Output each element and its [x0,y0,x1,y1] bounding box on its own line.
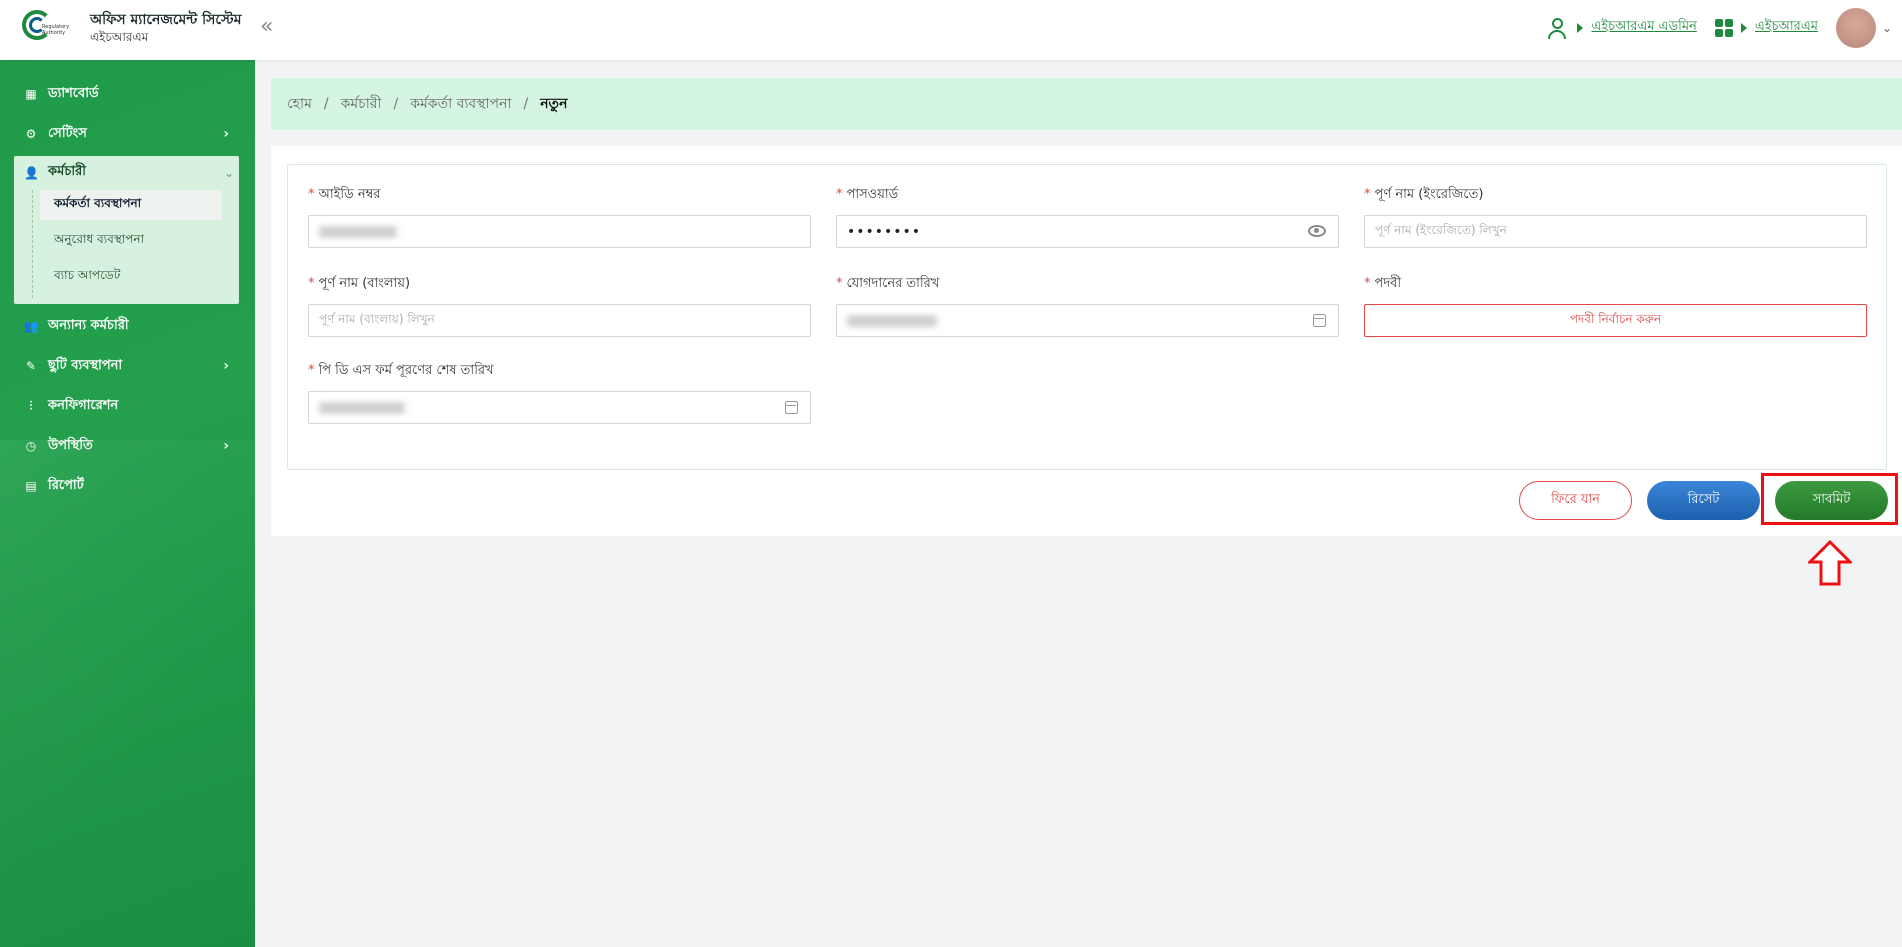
chevron-right-icon: › [223,358,229,374]
role-switch[interactable]: এইচআরএম এডমিন [1547,17,1697,39]
breadcrumb: হোম / কর্মচারী / কর্মকর্তা ব্যবস্থাপনা /… [271,78,1902,130]
breadcrumb-separator: / [323,96,329,112]
gear-icon: ⚙ [25,127,37,141]
submenu-label: কর্মকর্তা ব্যবস্থাপনা [54,196,142,210]
required-marker: * [308,276,315,291]
join-date-input[interactable] [836,304,1339,337]
app-subtitle: এইচআরএম [90,30,149,44]
designation-label: * পদবী [1364,276,1402,291]
logo: Regulatory Authority [20,8,70,48]
password-value: •••••••• [847,223,922,240]
employee-submenu: 👤 কর্মচারী ⌄ কর্মকর্তা ব্যবস্থাপনা অনুরো… [14,156,239,304]
role-link[interactable]: এইচআরএম এডমিন [1591,17,1696,38]
designation-placeholder: পদবী নির্বাচন করুন [1569,311,1662,326]
users-icon: 👥 [23,319,39,333]
id-number-input[interactable] [308,215,811,248]
double-chevron-left-icon[interactable]: « [260,14,273,39]
sidebar-item-label: রিপোর্ট [48,477,84,493]
sidebar-item-dashboard[interactable]: ▦ ড্যাশবোর্ড [0,76,255,112]
sidebar-item-label: ড্যাশবোর্ড [48,85,99,101]
leaf-icon: ✎ [25,359,37,373]
submenu-label: অনুরোধ ব্যবস্থাপনা [54,232,145,246]
id-label: * আইডি নম্বর [308,187,381,202]
sidebar-item-label: কর্মচারী [48,164,86,179]
dashboard-icon: ▦ [25,87,37,101]
name-bn-input[interactable]: পূর্ণ নাম (বাংলায়) লিখুন [308,304,811,337]
password-input[interactable]: •••••••• [836,215,1339,248]
required-marker: * [308,187,315,202]
submenu-officer-management[interactable]: কর্মকর্তা ব্যবস্থাপনা [40,190,222,220]
sidebar-item-label: অন্যান্য কর্মচারী [48,317,129,333]
sidebar-item-label: ছুটি ব্যবস্থাপনা [48,357,123,373]
eye-icon[interactable] [1308,225,1326,237]
join-date-label: * যোগদানের তারিখ [836,276,940,291]
required-marker: * [1364,187,1371,202]
sliders-icon: ⫶ [29,398,33,413]
module-switch[interactable]: এইচআরএম [1714,17,1818,38]
breadcrumb-officer-management[interactable]: কর্মকর্তা ব্যবস্থাপনা [410,92,511,116]
name-en-placeholder: পূর্ণ নাম (ইংরেজিতে) লিখুন [1375,222,1507,237]
sidebar-item-label: কনফিগারেশন [48,397,119,413]
top-header: Regulatory Authority অফিস ম্যানেজমেন্ট স… [0,0,1902,60]
sidebar-item-report[interactable]: ▤ রিপোর্ট [0,468,255,504]
redacted-value [319,401,405,414]
submenu-guide-line [32,190,33,298]
sidebar-item-configuration[interactable]: ⫶ কনফিগারেশন [0,388,255,424]
calendar-icon[interactable] [785,401,798,414]
back-button[interactable]: ফিরে যান [1519,481,1632,520]
clock-icon: ◷ [25,439,37,453]
submenu-request-management[interactable]: অনুরোধ ব্যবস্থাপনা [40,226,222,256]
sidebar-item-employee[interactable]: 👤 কর্মচারী ⌄ [24,162,234,183]
breadcrumb-separator: / [393,96,399,112]
required-marker: * [836,276,843,291]
chevron-down-icon[interactable]: ⌄ [1882,21,1892,35]
avatar[interactable] [1835,7,1876,48]
submenu-batch-update[interactable]: ব্যাচ আপডেট [40,262,222,292]
file-icon: ▤ [25,479,37,493]
sidebar-item-attendance[interactable]: ◷ উপস্থিতি › [0,428,255,464]
header-right: এইচআরএম এডমিন এইচআরএম ⌄ [1547,0,1902,55]
submit-highlight-box [1761,473,1898,525]
breadcrumb-separator: / [523,96,529,112]
required-marker: * [308,363,315,378]
chevron-right-icon: › [223,126,229,142]
pds-deadline-input[interactable] [308,391,811,424]
sidebar-item-other-employees[interactable]: 👥 অন্যান্য কর্মচারী [0,308,255,344]
user-icon: 👤 [24,165,39,180]
caret-right-icon [1577,22,1584,33]
sidebar-item-settings[interactable]: ⚙ সেটিংস › [0,116,255,152]
required-marker: * [836,187,843,202]
name-en-label: * পূর্ণ নাম (ইংরেজিতে) [1364,187,1484,202]
user-switch-icon [1547,17,1569,39]
sidebar-item-leave-management[interactable]: ✎ ছুটি ব্যবস্থাপনা › [0,348,255,384]
breadcrumb-current: নতুন [540,96,568,112]
breadcrumb-home[interactable]: হোম [287,92,312,116]
name-bn-label: * পূর্ণ নাম (বাংলায়) [308,276,411,291]
required-marker: * [1364,276,1371,291]
chevron-right-icon: › [223,438,229,454]
password-label: * পাসওয়ার্ড [836,187,899,202]
form-card: * আইডি নম্বর * পাসওয়ার্ড •••••••• * পূর্ণ … [271,146,1902,536]
name-bn-placeholder: পূর্ণ নাম (বাংলায়) লিখুন [319,311,435,326]
logo-text: Regulatory Authority [42,24,70,36]
caret-right-icon [1740,22,1747,33]
chevron-down-icon: ⌄ [224,165,235,180]
pds-deadline-label: * পি ডি এস ফর্ম পূরণের শেষ তারিখ [308,363,494,378]
calendar-icon[interactable] [1313,314,1326,327]
sidebar-item-label: উপস্থিতি [48,437,93,453]
officer-form: * আইডি নম্বর * পাসওয়ার্ড •••••••• * পূর্ণ … [287,164,1887,470]
sidebar: ▦ ড্যাশবোর্ড ⚙ সেটিংস › 👤 কর্মচারী ⌄ কর্… [0,60,255,947]
designation-select[interactable]: পদবী নির্বাচন করুন [1364,304,1867,337]
sidebar-item-label: সেটিংস [48,125,87,141]
submenu-label: ব্যাচ আপডেট [54,268,121,282]
reset-button[interactable]: রিসেট [1647,481,1760,520]
redacted-value [319,225,397,238]
breadcrumb-employee[interactable]: কর্মচারী [341,92,382,116]
grid-icon [1714,18,1733,37]
arrow-up-icon [1808,540,1852,586]
name-en-input[interactable]: পূর্ণ নাম (ইংরেজিতে) লিখুন [1364,215,1867,248]
module-link[interactable]: এইচআরএম [1755,17,1818,38]
redacted-value [847,314,937,327]
